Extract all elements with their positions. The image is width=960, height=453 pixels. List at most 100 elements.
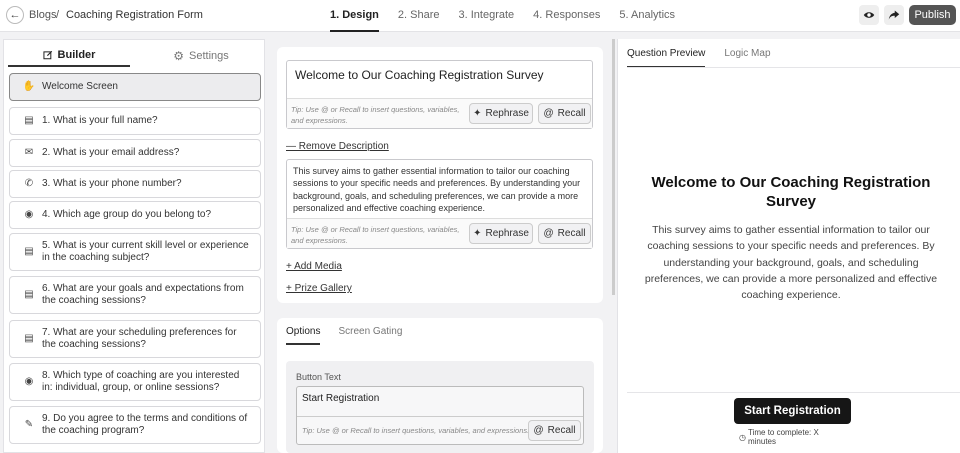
tab-builder[interactable]: Builder xyxy=(8,44,130,67)
preview-tabs-divider xyxy=(627,67,960,68)
recall-button-label: Recall xyxy=(547,425,576,436)
at-icon: @ xyxy=(543,228,554,239)
button-text-input[interactable]: Start Registration xyxy=(302,393,379,404)
sidebar-item-label: 3. What is your phone number? xyxy=(42,178,182,189)
time-to-complete: ◷ Time to complete: X minutes xyxy=(739,428,849,446)
sidebar-item-label: Welcome Screen xyxy=(42,81,118,92)
breadcrumb-current: Coaching Registration Form xyxy=(66,9,203,21)
sidebar-item-label: 7. What are your scheduling preferences … xyxy=(42,327,237,350)
sidebar-item-question-6[interactable]: ▤ 6. What are your goals and expectation… xyxy=(9,276,261,314)
button-text-tip: Tip: Use @ or Recall to insert questions… xyxy=(302,426,530,435)
tab-share[interactable]: 2. Share xyxy=(398,0,440,32)
sidebar-tabs: Builder ⚙ Settings xyxy=(8,44,264,67)
start-registration-button[interactable]: Start Registration xyxy=(734,398,851,424)
clock-icon: ◷ xyxy=(739,432,746,442)
edit-icon xyxy=(42,50,52,59)
title-tip-text: Tip: Use @ or Recall to insert questions… xyxy=(291,105,460,125)
sidebar-item-question-2[interactable]: ✉ 2. What is your email address? xyxy=(9,139,261,167)
tab-settings-label: Settings xyxy=(189,49,229,62)
preview-panel: Question Preview Logic Map Welcome to Ou… xyxy=(617,39,960,453)
sparkle-icon: ✦ xyxy=(473,108,482,119)
arrow-left-icon: ← xyxy=(9,9,21,21)
sidebar-item-question-3[interactable]: ✆ 3. What is your phone number? xyxy=(9,170,261,198)
rephrase-button-label: Rephrase xyxy=(485,108,529,119)
step-tabs: 1. Design 2. Share 3. Integrate 4. Respo… xyxy=(330,0,675,32)
title-input[interactable]: Welcome to Our Coaching Registration Sur… xyxy=(287,61,592,99)
gear-icon: ⚙ xyxy=(173,48,184,63)
add-media-link[interactable]: + Add Media xyxy=(286,261,342,272)
radio-icon: ◉ xyxy=(24,376,34,387)
button-text-divider xyxy=(297,416,583,417)
recall-button-label: Recall xyxy=(557,108,586,119)
text-lines-icon: ▤ xyxy=(24,333,34,344)
editor-card: Welcome to Our Coaching Registration Sur… xyxy=(277,47,603,303)
share-button[interactable] xyxy=(884,5,904,25)
tab-screen-gating[interactable]: Screen Gating xyxy=(338,318,402,345)
preview-footer-divider xyxy=(627,392,960,393)
preview-description: This survey aims to gather essential inf… xyxy=(644,224,938,302)
tab-settings[interactable]: ⚙ Settings xyxy=(138,44,264,67)
sidebar-scrollbar[interactable] xyxy=(264,115,265,195)
time-to-complete-text: Time to complete: X minutes xyxy=(747,428,819,446)
tab-integrate[interactable]: 3. Integrate xyxy=(459,0,515,32)
sidebar-item-label: 4. Which age group do you belong to? xyxy=(42,209,212,220)
recall-button-label: Recall xyxy=(557,228,586,239)
sidebar-item-label: 9. Do you agree to the terms and conditi… xyxy=(42,413,248,436)
recall-button[interactable]: @ Recall xyxy=(538,223,591,244)
back-button[interactable]: ← xyxy=(6,6,24,24)
at-icon: @ xyxy=(533,425,544,436)
eye-icon xyxy=(863,12,875,18)
description-input[interactable]: This survey aims to gather essential inf… xyxy=(293,165,583,215)
envelope-icon: ✉ xyxy=(24,147,34,158)
preview-title: Welcome to Our Coaching Registration Sur… xyxy=(651,174,931,210)
sidebar-item-welcome-screen[interactable]: ✋ Welcome Screen xyxy=(9,73,261,101)
description-tip-text: Tip: Use @ or Recall to insert questions… xyxy=(291,225,460,245)
prize-gallery-link[interactable]: + Prize Gallery xyxy=(286,283,352,294)
button-text-label: Button Text xyxy=(296,372,341,382)
options-card: Options Screen Gating Button Text Start … xyxy=(277,318,603,453)
panel-resize-handle[interactable] xyxy=(612,39,615,295)
button-text-field: Start Registration Tip: Use @ or Recall … xyxy=(296,386,584,445)
sidebar-item-question-7[interactable]: ▤ 7. What are your scheduling preference… xyxy=(9,320,261,358)
title-tip-bar: Tip: Use @ or Recall to insert questions… xyxy=(287,98,592,128)
tab-analytics[interactable]: 5. Analytics xyxy=(619,0,675,32)
sidebar-item-label: 1. What is your full name? xyxy=(42,115,158,126)
breadcrumb-root[interactable]: Blogs xyxy=(29,9,57,21)
description-tip-bar: Tip: Use @ or Recall to insert questions… xyxy=(287,218,592,248)
tab-responses[interactable]: 4. Responses xyxy=(533,0,600,32)
tab-question-preview[interactable]: Question Preview xyxy=(627,39,706,68)
sidebar-item-label: 6. What are your goals and expectations … xyxy=(42,283,244,306)
sidebar-item-question-4[interactable]: ◉ 4. Which age group do you belong to? xyxy=(9,201,261,229)
tab-logic-map[interactable]: Logic Map xyxy=(724,39,770,68)
at-icon: @ xyxy=(543,108,554,119)
tab-design[interactable]: 1. Design xyxy=(330,0,379,32)
sidebar-item-question-9[interactable]: ✎ 9. Do you agree to the terms and condi… xyxy=(9,406,261,444)
recall-button[interactable]: @ Recall xyxy=(528,420,581,441)
description-field: This survey aims to gather essential inf… xyxy=(286,159,593,249)
sidebar-item-question-5[interactable]: ▤ 5. What is your current skill level or… xyxy=(9,233,261,271)
rephrase-button-label: Rephrase xyxy=(485,228,529,239)
rephrase-button[interactable]: ✦ Rephrase xyxy=(469,223,533,244)
sidebar-item-question-1[interactable]: ▤ 1. What is your full name? xyxy=(9,107,261,135)
tab-builder-label: Builder xyxy=(57,48,96,61)
options-tabs: Options Screen Gating xyxy=(286,318,402,345)
sidebar-item-label: 2. What is your email address? xyxy=(42,147,180,158)
text-lines-icon: ▤ xyxy=(24,246,34,257)
title-field: Welcome to Our Coaching Registration Sur… xyxy=(286,60,593,129)
sidebar-item-label: 8. Which type of coaching are you intere… xyxy=(42,370,240,393)
tab-options[interactable]: Options xyxy=(286,318,321,345)
publish-button[interactable]: Publish xyxy=(909,5,956,25)
phone-icon: ✆ xyxy=(24,178,34,189)
sidebar-item-question-8[interactable]: ◉ 8. Which type of coaching are you inte… xyxy=(9,363,261,401)
sparkle-icon: ✦ xyxy=(473,228,482,239)
text-lines-icon: ▤ xyxy=(24,289,34,300)
recall-button[interactable]: @ Recall xyxy=(538,103,591,124)
top-bar: ← Blogs / Coaching Registration Form 1. … xyxy=(0,0,960,32)
preview-button[interactable] xyxy=(859,5,879,25)
remove-description-link[interactable]: — Remove Description xyxy=(286,141,389,152)
rephrase-button[interactable]: ✦ Rephrase xyxy=(469,103,533,124)
breadcrumb-separator: / xyxy=(56,9,60,21)
text-lines-icon: ▤ xyxy=(24,115,34,126)
button-text-section: Button Text Start Registration Tip: Use … xyxy=(286,361,594,453)
signature-icon: ✎ xyxy=(24,419,34,430)
